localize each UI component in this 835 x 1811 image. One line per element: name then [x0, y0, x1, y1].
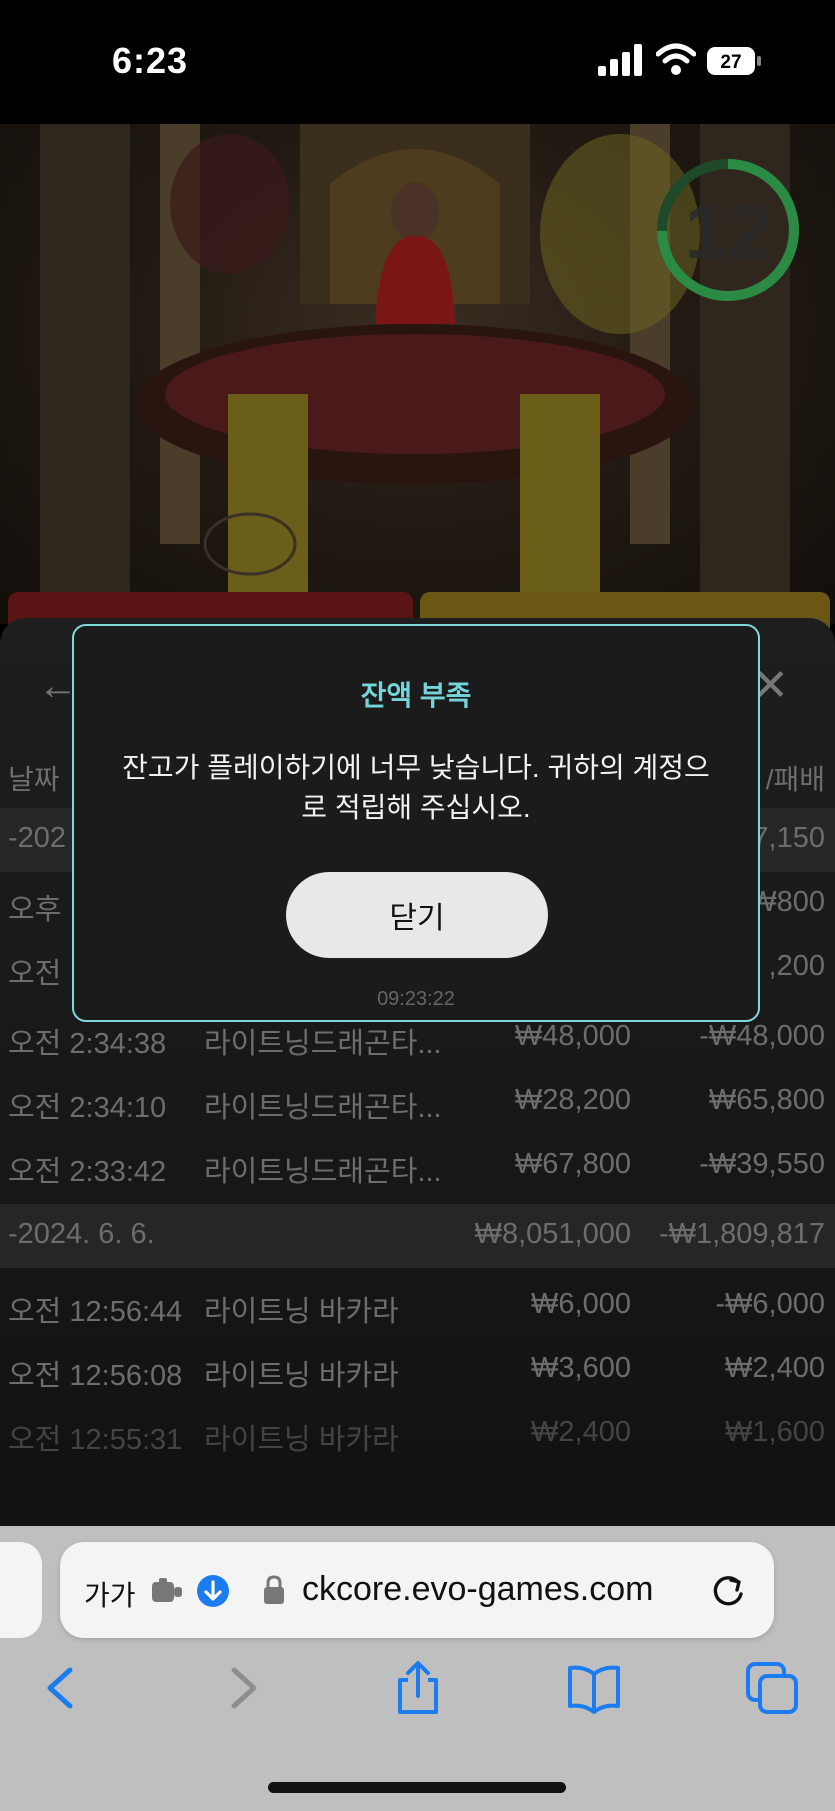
history-row[interactable]: 오전 12:55:31 라이트닝 바카라 ₩2,400 ₩1,600	[0, 1402, 835, 1466]
row-result: ₩800	[749, 886, 825, 918]
header-date: 날짜	[8, 764, 60, 795]
row-bet: ₩67,800	[514, 1148, 631, 1180]
row-time: 오전 12:55:31	[8, 1424, 183, 1456]
bookmarks-icon[interactable]	[566, 1660, 622, 1716]
group-date: -2024. 6. 6.	[8, 1218, 155, 1250]
row-result: ₩65,800	[708, 1084, 825, 1116]
battery-icon: 27	[706, 46, 762, 76]
row-game: 라이트닝드래곤타...	[204, 1028, 442, 1060]
tabs-icon[interactable]	[744, 1660, 800, 1716]
row-game: 라이트닝 바카라	[204, 1424, 399, 1456]
group-date: -202	[8, 822, 67, 854]
previous-tab-peek[interactable]	[0, 1542, 42, 1638]
back-icon[interactable]	[34, 1660, 90, 1716]
battery-level: 27	[720, 52, 741, 73]
download-icon[interactable]	[196, 1574, 230, 1608]
row-bet: ₩6,000	[531, 1288, 631, 1320]
row-result: -₩6,000	[715, 1288, 825, 1320]
history-row[interactable]: 오전 2:33:42 라이트닝드래곤타... ₩67,800 -₩39,550	[0, 1134, 835, 1198]
row-bet: ₩48,000	[514, 1020, 631, 1052]
status-time: 6:23	[112, 40, 189, 81]
insufficient-balance-dialog: 잔액 부족 잔고가 플레이하기에 너무 낮습니다. 귀하의 계정으로 적립해 주…	[72, 624, 760, 1022]
dialog-message: 잔고가 플레이하기에 너무 낮습니다. 귀하의 계정으로 적립해 주십시오.	[122, 752, 710, 823]
row-result: -₩39,550	[699, 1148, 825, 1180]
forward-icon[interactable]	[214, 1660, 270, 1716]
close-dialog-button[interactable]: 닫기	[286, 872, 548, 958]
dialog-timestamp: 09:23:22	[377, 988, 455, 1010]
countdown-number: 12	[684, 187, 772, 275]
row-bet: ₩3,600	[531, 1352, 631, 1384]
row-result: ₩1,600	[725, 1416, 825, 1448]
row-game: 라이트닝드래곤타...	[204, 1156, 442, 1188]
signal-icon	[598, 44, 642, 76]
row-time: 오전 2:34:38	[8, 1028, 167, 1060]
reload-icon[interactable]	[708, 1572, 748, 1612]
url-text[interactable]: ckcore.evo-games.com	[302, 1570, 653, 1609]
row-bet: ₩2,400	[531, 1416, 631, 1448]
row-time: 오전 2:34:10	[8, 1092, 167, 1124]
row-time: 오후	[8, 894, 62, 926]
row-result: -₩48,000	[699, 1020, 825, 1052]
history-row[interactable]: 오전 2:34:10 라이트닝드래곤타... ₩28,200 ₩65,800	[0, 1070, 835, 1134]
group-bet: ₩8,051,000	[474, 1218, 631, 1250]
wifi-icon	[656, 43, 696, 75]
history-row[interactable]: 오전 12:56:08 라이트닝 바카라 ₩3,600 ₩2,400	[0, 1338, 835, 1402]
row-bet: ₩28,200	[514, 1084, 631, 1116]
header-result: /패배	[765, 764, 825, 795]
row-game: 라이트닝드래곤타...	[204, 1092, 442, 1124]
home-indicator	[268, 1782, 566, 1793]
row-game: 라이트닝 바카라	[204, 1296, 399, 1328]
share-icon[interactable]	[390, 1660, 446, 1716]
status-bar: 6:23 27	[0, 0, 835, 124]
history-group-row[interactable]: -2024. 6. 6. ₩8,051,000 -₩1,809,817	[0, 1204, 835, 1268]
row-game: 라이트닝 바카라	[204, 1360, 399, 1392]
row-time: 오전 12:56:44	[8, 1296, 183, 1328]
row-time: 오전	[8, 958, 62, 990]
group-result: -₩1,809,817	[658, 1218, 825, 1250]
row-time: 오전 12:56:08	[8, 1360, 183, 1392]
lock-icon	[264, 1575, 284, 1604]
page-settings-button[interactable]: 가가	[84, 1574, 136, 1614]
row-time: 오전 2:33:42	[8, 1156, 167, 1188]
extension-icon[interactable]	[150, 1576, 186, 1606]
history-row[interactable]: 오전 12:56:44 라이트닝 바카라 ₩6,000 -₩6,000	[0, 1274, 835, 1338]
row-result: ₩2,400	[725, 1352, 825, 1384]
dialog-title: 잔액 부족	[360, 680, 472, 711]
row-result: ,200	[768, 950, 825, 982]
